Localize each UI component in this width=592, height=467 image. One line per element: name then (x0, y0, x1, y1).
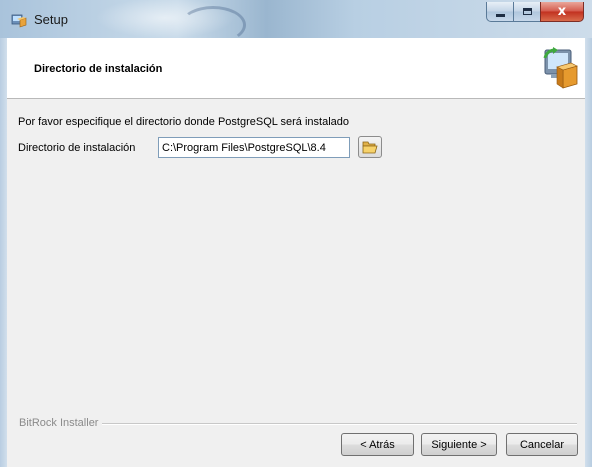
footer-divider (102, 423, 577, 425)
content-area: Por favor especifique el directorio dond… (7, 99, 585, 467)
window-title: Setup (34, 12, 68, 27)
title-bar[interactable]: Setup x (0, 0, 592, 44)
setup-icon (11, 14, 27, 28)
close-icon: x (557, 4, 567, 19)
next-button[interactable]: Siguiente > (421, 433, 497, 456)
install-dir-label: Directorio de instalación (18, 142, 136, 154)
minimize-icon (495, 13, 505, 17)
installer-brand-label: BitRock Installer (19, 417, 99, 429)
instruction-text: Por favor especifique el directorio dond… (18, 116, 350, 128)
maximize-icon (522, 8, 532, 15)
close-button[interactable]: x (540, 2, 584, 22)
window-frame-right (585, 38, 592, 467)
back-button[interactable]: < Atrás (341, 433, 414, 456)
setup-window: Setup x Directorio de instalación Por fa… (0, 0, 592, 467)
minimize-button[interactable] (486, 2, 513, 22)
computer-install-icon (543, 47, 578, 89)
page-title: Directorio de instalación (34, 63, 163, 75)
cancel-button[interactable]: Cancelar (506, 433, 578, 456)
caption-buttons: x (486, 2, 584, 24)
header-panel: Directorio de instalación (7, 38, 585, 99)
folder-open-icon (362, 141, 378, 154)
browse-button[interactable] (358, 136, 382, 158)
window-frame-left (0, 38, 7, 467)
install-dir-input[interactable] (158, 137, 350, 158)
maximize-button[interactable] (513, 2, 540, 22)
